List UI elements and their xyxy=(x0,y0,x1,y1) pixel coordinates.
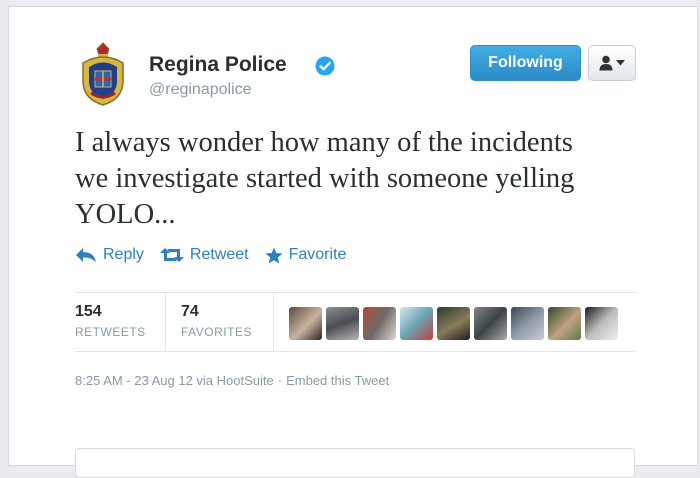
reply-label: Reply xyxy=(103,246,144,263)
tweet-text-line: YOLO... xyxy=(75,199,176,230)
user-avatar[interactable] xyxy=(585,307,618,340)
reply-button[interactable]: Reply xyxy=(75,246,144,264)
stats-divider xyxy=(273,293,274,351)
user-avatar[interactable] xyxy=(474,307,507,340)
reply-arrow-icon xyxy=(76,248,96,262)
favorite-label: Favorite xyxy=(288,246,347,263)
favorites-count: 74 xyxy=(181,303,199,320)
author-name[interactable]: Regina Police xyxy=(149,53,287,77)
tweet-actions: Reply Retweet Favorite xyxy=(75,243,362,267)
tweet-stats: 154 RETWEETS 74 FAVORITES xyxy=(75,292,635,352)
tweet-timestamp[interactable]: 8:25 AM - 23 Aug 12 via HootSuite xyxy=(75,373,274,388)
tweet-card: Regina Police @reginapolice Following I … xyxy=(8,6,698,478)
star-icon xyxy=(265,247,283,263)
following-button[interactable]: Following xyxy=(470,45,581,81)
user-avatar[interactable] xyxy=(326,307,359,340)
user-avatar[interactable] xyxy=(363,307,396,340)
retweets-label: RETWEETS xyxy=(75,325,146,339)
user-avatar[interactable] xyxy=(548,307,581,340)
tweet-meta: 8:25 AM - 23 Aug 12 via HootSuite · Embed … xyxy=(75,373,389,388)
tweet-text-line: I always wonder how many of the incident… xyxy=(75,127,573,158)
user-avatar[interactable] xyxy=(400,307,433,340)
retweets-stat[interactable]: 154 RETWEETS xyxy=(75,303,146,339)
tweet-text-line: we investigate started with someone yell… xyxy=(75,163,575,194)
favorites-label: FAVORITES xyxy=(181,325,252,339)
user-avatar[interactable] xyxy=(511,307,544,340)
verified-badge-icon xyxy=(315,56,335,76)
favoriter-avatars xyxy=(289,307,618,340)
user-avatar[interactable] xyxy=(289,307,322,340)
stats-divider xyxy=(165,293,166,351)
user-avatar[interactable] xyxy=(437,307,470,340)
caret-down-icon xyxy=(616,60,625,66)
retweets-count: 154 xyxy=(75,303,102,320)
embed-tweet-link[interactable]: Embed this Tweet xyxy=(286,373,389,388)
tweet-text: I always wonder how many of the incident… xyxy=(75,125,645,233)
retweet-button[interactable]: Retweet xyxy=(159,246,249,264)
user-actions-dropdown-button[interactable] xyxy=(588,45,636,81)
meta-separator: · xyxy=(277,373,283,388)
reply-input-box[interactable] xyxy=(75,448,635,478)
regina-police-crest-avatar[interactable] xyxy=(75,41,131,107)
retweet-label: Retweet xyxy=(189,246,249,263)
favorites-stat[interactable]: 74 FAVORITES xyxy=(181,303,252,339)
user-icon xyxy=(599,55,613,71)
favorite-button[interactable]: Favorite xyxy=(265,246,347,264)
author-handle[interactable]: @reginapolice xyxy=(149,81,252,99)
retweet-icon xyxy=(159,248,184,262)
